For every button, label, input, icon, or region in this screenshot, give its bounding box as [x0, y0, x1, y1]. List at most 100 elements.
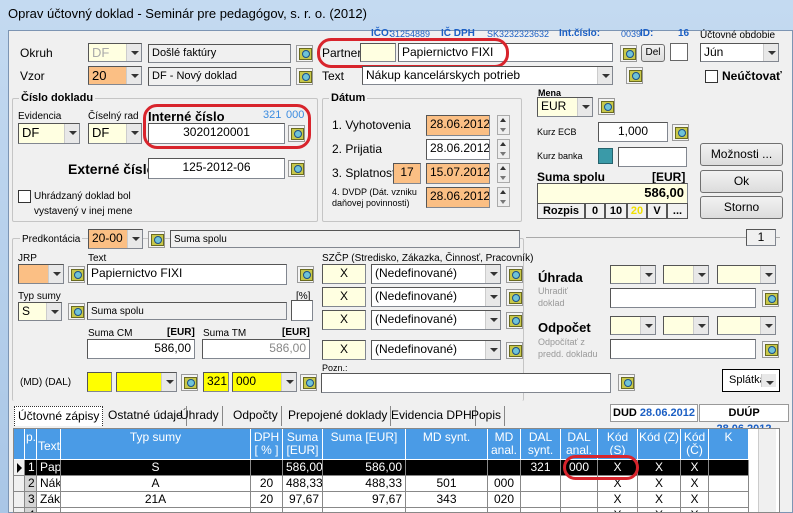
row-indicator[interactable] — [14, 476, 25, 492]
grid-cell[interactable] — [521, 508, 561, 512]
delete-partner-button[interactable]: Del — [641, 44, 665, 62]
date-spinner-icon[interactable] — [497, 187, 510, 207]
row-indicator[interactable] — [14, 492, 25, 508]
md-synt-input[interactable] — [87, 372, 112, 392]
md-anal-select[interactable] — [116, 372, 177, 392]
grid-cell[interactable]: 488,33 — [283, 476, 323, 492]
szcp-code-input[interactable]: X — [322, 264, 366, 284]
grid-cell[interactable]: X — [681, 492, 709, 508]
odpocet-select[interactable] — [610, 316, 656, 335]
odpocet-select[interactable] — [717, 316, 776, 335]
lookup-icon[interactable] — [68, 266, 85, 283]
column-header[interactable]: MD anal. — [488, 429, 521, 460]
dal-synt-input[interactable]: 321 — [203, 372, 229, 392]
grid-cell[interactable]: 586,00 — [323, 460, 406, 476]
grid-cell[interactable]: X — [598, 508, 638, 512]
obdobie-select[interactable]: Jún — [700, 43, 779, 62]
grid-cell[interactable] — [406, 460, 488, 476]
splatka-button[interactable]: Splátka — [722, 369, 780, 392]
grid-cell[interactable]: 21A — [61, 492, 251, 508]
chevron-down-icon[interactable] — [485, 311, 500, 329]
grid-cell[interactable] — [406, 508, 488, 512]
grid-cell[interactable]: 3 — [25, 492, 37, 508]
grid-cell[interactable]: S — [61, 460, 251, 476]
lookup-icon[interactable] — [620, 45, 637, 62]
column-header[interactable]: DPH [ % ] — [251, 429, 283, 460]
vyhotovenia-input[interactable]: 28.06.2012 — [426, 115, 490, 136]
chevron-down-icon[interactable] — [48, 265, 63, 283]
lookup-icon[interactable] — [762, 290, 779, 307]
neuctovat-checkbox[interactable] — [705, 70, 718, 83]
predkontacia-select[interactable]: 20-00 — [88, 229, 143, 249]
column-header[interactable]: Kód (Č) — [681, 429, 709, 460]
column-header[interactable]: MD synt. — [406, 429, 488, 460]
grid-cell[interactable]: 501 — [406, 476, 488, 492]
calculator-icon[interactable] — [598, 148, 613, 164]
lookup-icon[interactable] — [506, 289, 523, 306]
date-spinner-icon[interactable] — [497, 115, 510, 135]
dal-anal-select[interactable]: 000 — [232, 372, 297, 392]
lookup-icon[interactable] — [68, 303, 85, 320]
lookup-icon[interactable] — [288, 160, 305, 177]
grid-cell[interactable] — [251, 460, 283, 476]
suma-cm-input[interactable]: 586,00 — [87, 339, 195, 359]
vat-v-button[interactable]: V — [647, 203, 667, 219]
grid-cell[interactable]: 2 — [25, 476, 37, 492]
lookup-icon[interactable] — [598, 98, 615, 115]
tab-6[interactable]: Evidencia DPH — [388, 406, 476, 426]
chevron-down-icon[interactable] — [693, 266, 708, 283]
grid-cell[interactable]: 1 — [25, 460, 37, 476]
accounting-entries-grid[interactable]: p.č.TextTyp sumyDPH [ % ]Suma [EUR]Suma … — [13, 428, 780, 513]
okruh-select[interactable]: DF — [88, 43, 142, 62]
vertical-scrollbar[interactable] — [758, 429, 776, 512]
grid-cell[interactable] — [561, 492, 598, 508]
column-header[interactable]: Suma [EUR] — [323, 429, 406, 460]
suma-tm-input[interactable]: 586,00 — [202, 339, 310, 359]
column-header[interactable]: Suma [EUR] — [283, 429, 323, 460]
uhrada-select[interactable] — [717, 265, 776, 284]
ina-mena-checkbox[interactable] — [18, 190, 31, 203]
grid-cell[interactable]: 000 — [488, 476, 521, 492]
grid-cell[interactable]: X — [638, 508, 681, 512]
mena-select[interactable]: EUR — [537, 97, 593, 117]
grid-cell[interactable]: 488,33 — [323, 476, 406, 492]
grid-cell[interactable]: Papiernictvo FIXI — [37, 460, 61, 476]
grid-cell[interactable]: 97,67 — [283, 492, 323, 508]
chevron-down-icon[interactable] — [64, 124, 79, 143]
odpocitat-doklad-input[interactable] — [610, 339, 756, 359]
grid-cell[interactable] — [709, 508, 749, 512]
lookup-icon[interactable] — [762, 341, 779, 358]
moznosti-button[interactable]: Možnosti ... — [700, 143, 783, 166]
szcp-select[interactable]: (Nedefinované) — [371, 310, 501, 330]
chevron-down-icon[interactable] — [46, 303, 61, 320]
splatnosti-input[interactable]: 15.07.2012 — [426, 163, 490, 184]
lookup-icon[interactable] — [672, 124, 689, 141]
tab-1[interactable]: Účtovné zápisy — [14, 406, 104, 426]
vzor-select[interactable]: 20 — [88, 66, 142, 85]
chevron-down-icon[interactable] — [763, 44, 778, 61]
chevron-down-icon[interactable] — [761, 374, 776, 387]
lookup-icon[interactable] — [300, 374, 317, 391]
grid-cell[interactable] — [709, 492, 749, 508]
grid-cell[interactable]: X — [638, 476, 681, 492]
kurz-ecb-input[interactable]: 1,000 — [598, 122, 668, 142]
tab-4[interactable]: Odpočty — [230, 406, 282, 426]
chevron-down-icon[interactable] — [485, 288, 500, 306]
szcp-select[interactable]: (Nedefinované) — [371, 264, 501, 284]
chevron-down-icon[interactable] — [126, 67, 141, 84]
lookup-icon[interactable] — [506, 312, 523, 329]
grid-cell[interactable]: 321 — [521, 460, 561, 476]
lookup-icon[interactable] — [506, 342, 523, 359]
grid-cell[interactable]: X — [598, 492, 638, 508]
chevron-down-icon[interactable] — [281, 373, 296, 391]
szcp-code-input[interactable]: X — [322, 310, 366, 330]
externe-cislo-input[interactable]: 125-2012-06 — [148, 158, 285, 179]
evidencia-select[interactable]: DF — [18, 123, 80, 144]
column-header[interactable]: Text — [37, 429, 61, 460]
grid-cell[interactable]: X — [681, 508, 709, 512]
percent-input[interactable] — [291, 300, 313, 321]
uhrada-select[interactable] — [663, 265, 709, 284]
chevron-down-icon[interactable] — [693, 317, 708, 334]
jrp-select[interactable] — [18, 264, 64, 284]
ok-button[interactable]: Ok — [700, 170, 783, 193]
